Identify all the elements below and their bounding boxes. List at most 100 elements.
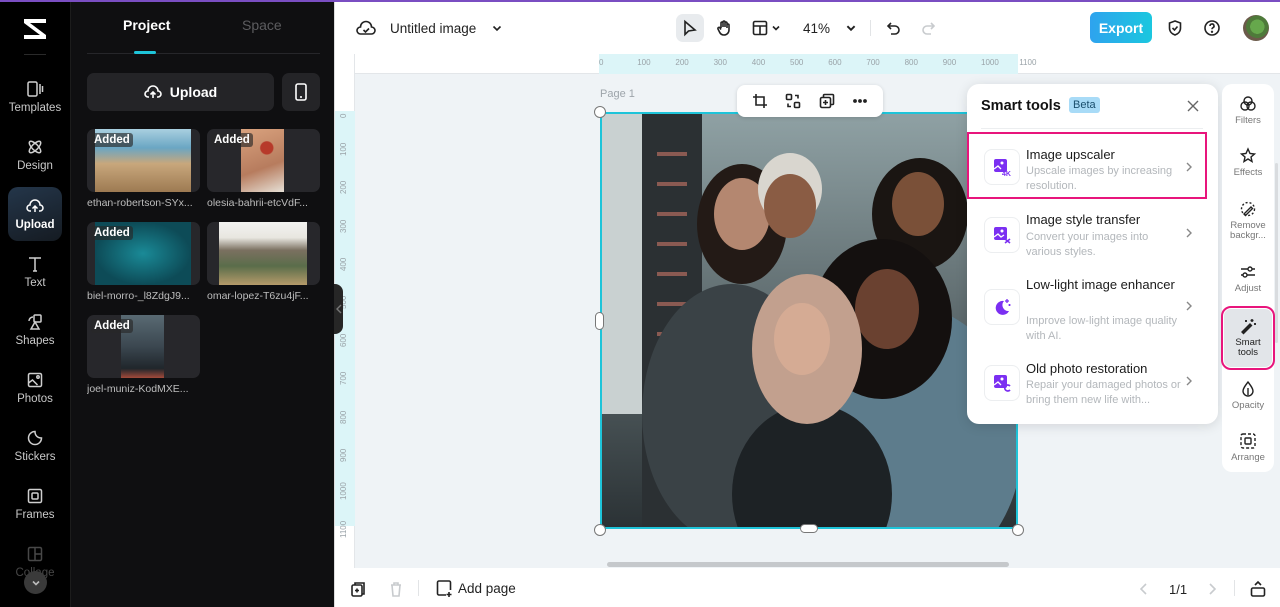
added-badge: Added: [91, 226, 133, 240]
crop-button[interactable]: [749, 90, 771, 112]
rail-label: Effects: [1233, 167, 1263, 178]
low-light-moon-icon: [995, 299, 1011, 315]
hand-tool-button[interactable]: [710, 14, 738, 42]
zoom-dropdown-button[interactable]: [837, 14, 865, 42]
zoom-level[interactable]: 41%: [803, 21, 830, 36]
rail-label: Smart tools: [1235, 337, 1261, 358]
select-tool-button[interactable]: [676, 14, 704, 42]
tab-space[interactable]: Space: [242, 17, 282, 33]
resize-handle-left[interactable]: [595, 312, 604, 330]
page-indicator: 1/1: [1169, 582, 1188, 597]
resize-handle-bottom[interactable]: [800, 524, 818, 533]
close-icon[interactable]: [1186, 99, 1200, 113]
next-page-button[interactable]: [1203, 580, 1221, 598]
rail-item-design[interactable]: Design: [8, 128, 62, 182]
tool-old-photo-restoration[interactable]: Old photo restoration Repair your damage…: [969, 356, 1205, 412]
ruler-label: 700: [339, 372, 348, 386]
rail-item-stickers[interactable]: Stickers: [8, 419, 62, 473]
horizontal-ruler: 0 100 200 300 400 500 600 700 800 900 1000 1100: [355, 54, 1280, 74]
rail-item-text[interactable]: Text: [8, 245, 62, 299]
pages-panel-icon: [1250, 580, 1266, 597]
document-title[interactable]: Untitled image: [390, 21, 476, 36]
rail-adjust[interactable]: Adjust: [1224, 263, 1272, 294]
rail-item-label: Upload: [15, 219, 55, 231]
selected-image[interactable]: [600, 112, 1018, 529]
templates-icon: [27, 81, 44, 97]
expand-pages-button[interactable]: [1249, 580, 1267, 598]
rail-item-shapes[interactable]: Shapes: [8, 303, 62, 357]
panel-tabs: Project Space: [87, 0, 320, 54]
tool-icon-tile: [985, 290, 1019, 324]
chevron-down-icon[interactable]: [491, 22, 503, 34]
export-button[interactable]: Export: [1090, 12, 1152, 43]
chevron-right-icon: [1186, 228, 1192, 238]
add-page-icon: [436, 580, 452, 597]
ruler-label: 500: [790, 58, 804, 67]
tool-image-upscaler[interactable]: 4K Image upscaler Upscale images by incr…: [967, 132, 1207, 199]
rail-smart-tools[interactable]: Smart tools: [1221, 306, 1275, 370]
upload-thumbnail[interactable]: Added: [87, 129, 200, 192]
tool-icon-tile: [985, 218, 1019, 252]
tool-image-style-transfer[interactable]: Image style transfer Convert your images…: [969, 208, 1205, 263]
ruler-label: 400: [751, 58, 766, 67]
collapse-panel-handle[interactable]: [334, 284, 343, 334]
chevron-left-icon: [335, 304, 341, 314]
layout-icon: [752, 20, 768, 36]
capcut-logo-icon[interactable]: [20, 15, 50, 43]
rail-item-templates[interactable]: Templates: [8, 70, 62, 124]
resize-handle-bottom-right[interactable]: [1012, 524, 1024, 536]
rail-label: Adjust: [1234, 283, 1262, 294]
adjust-sliders-icon: [1241, 266, 1255, 278]
replace-button[interactable]: [782, 90, 804, 112]
rail-remove-background[interactable]: Remove backgr...: [1224, 200, 1272, 241]
add-page-button[interactable]: Add page: [435, 579, 516, 597]
resize-handle-bottom-left[interactable]: [594, 524, 606, 536]
rail-item-photos[interactable]: Photos: [8, 361, 62, 415]
horizontal-scrollbar[interactable]: [607, 562, 1009, 567]
redo-button[interactable]: [914, 14, 942, 42]
rail-label: Opacity: [1231, 400, 1265, 411]
rail-arrange[interactable]: Arrange: [1224, 432, 1272, 463]
capcut-image-editor: Templates Design Upload Text Shapes Phot…: [0, 0, 1280, 607]
upload-thumbnail[interactable]: Added: [87, 222, 200, 285]
image-upscaler-icon: 4K: [993, 159, 1011, 177]
right-rail-scrollbar[interactable]: [1275, 163, 1278, 343]
duplicate-button[interactable]: [816, 90, 838, 112]
upload-from-phone-button[interactable]: [282, 73, 320, 111]
rail-filters[interactable]: Filters: [1224, 95, 1272, 126]
user-avatar[interactable]: [1243, 15, 1269, 41]
tool-description: Improve low-light image quality with AI.: [1026, 315, 1178, 342]
more-options-button[interactable]: [849, 90, 871, 112]
tool-low-light-enhancer[interactable]: Low-light image enhancer Improve low-lig…: [969, 274, 1205, 344]
group-photo-image: [602, 114, 1016, 527]
upload-thumbnail[interactable]: Added: [87, 315, 200, 378]
resize-handle-top-left[interactable]: [594, 106, 606, 118]
undo-button[interactable]: [880, 14, 908, 42]
previous-page-button[interactable]: [1135, 580, 1153, 598]
crop-icon: [752, 94, 767, 108]
right-property-rail: Filters Effects Remove backgr... Adjust …: [1221, 84, 1275, 472]
help-button[interactable]: [1198, 14, 1226, 42]
ruler-label: 0: [599, 58, 604, 67]
tab-project[interactable]: Project: [123, 17, 170, 33]
added-badge: Added: [91, 319, 133, 333]
upload-thumbnail[interactable]: Added: [207, 129, 320, 192]
rail-item-upload[interactable]: Upload: [8, 187, 62, 241]
effects-star-icon: [1239, 147, 1257, 163]
rail-item-frames[interactable]: Frames: [8, 477, 62, 531]
rail-label: Filters: [1235, 115, 1261, 126]
rail-effects[interactable]: Effects: [1224, 147, 1272, 178]
upload-button[interactable]: Upload: [87, 73, 274, 111]
duplicate-page-button[interactable]: [349, 580, 367, 598]
tool-name: Old photo restoration: [1026, 361, 1148, 376]
opacity-drop-icon: [1242, 380, 1254, 397]
cloud-saved-icon[interactable]: [356, 19, 376, 37]
tool-description: Upscale images by increasing resolution.: [1026, 165, 1173, 192]
ruler-label: 700: [866, 58, 880, 67]
upload-thumbnail[interactable]: [207, 222, 320, 285]
delete-page-button[interactable]: [387, 580, 405, 598]
security-button[interactable]: [1161, 14, 1189, 42]
rail-expand-button[interactable]: [24, 571, 47, 594]
rail-opacity[interactable]: Opacity: [1224, 380, 1272, 411]
layout-menu-button[interactable]: [747, 14, 787, 42]
